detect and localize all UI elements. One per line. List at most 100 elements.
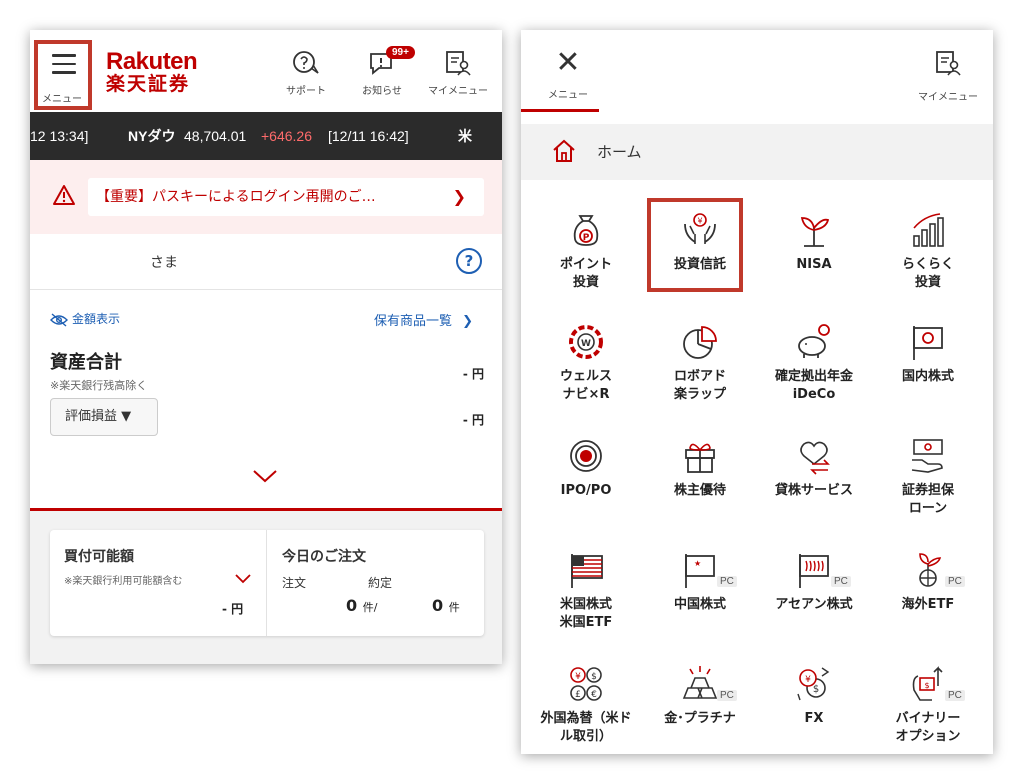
menu-tile-label: 貸株サービス — [774, 483, 853, 498]
menu-tile[interactable]: 米国株式 米国ETF — [529, 534, 643, 646]
currency-icon: ¥ $ £ € — [566, 664, 606, 704]
menu-tile[interactable]: ★ PC 中国株式 — [643, 534, 757, 646]
support-chat-icon — [293, 51, 319, 74]
menu-tile[interactable]: NISA — [757, 194, 871, 306]
menu-tile[interactable]: 確定拠出年金 iDeCo — [757, 306, 871, 418]
menu-tile-label: 国内株式 — [901, 369, 954, 384]
ticker-index-change: +646.26 — [261, 128, 312, 144]
menu-tile[interactable]: ¥ 投資信託 — [643, 194, 757, 306]
executions-label: 約定 — [368, 576, 393, 590]
ticker-index-value: 48,704.01 — [184, 128, 247, 144]
gift-icon — [680, 436, 720, 476]
menu-tile[interactable]: PC 金･プラチナ — [643, 648, 757, 754]
pl-select[interactable]: 評価損益 ▼ — [50, 398, 158, 436]
menu-tile[interactable]: PC 海外ETF — [871, 534, 985, 646]
menu-tile[interactable]: 証券担保 ローン — [871, 420, 985, 532]
orders-count[interactable]: 0 件/ — [346, 596, 377, 615]
holdings-list-link[interactable]: 保有商品一覧 ❯ — [374, 310, 473, 329]
expand-chevron-icon[interactable] — [252, 468, 278, 487]
alert-text: 【重要】パスキーによるログイン再開のご… — [96, 189, 376, 205]
asset-note: ※楽天銀行残高除く — [50, 379, 148, 392]
svg-text:★: ★ — [694, 559, 701, 568]
lending-icon — [794, 436, 834, 476]
close-menu-button[interactable]: ✕ メニュー — [533, 48, 603, 102]
japan-flag-icon — [908, 322, 948, 362]
menu-button[interactable]: メニュー — [34, 40, 92, 110]
menu-tile-label: FX — [804, 711, 824, 726]
menu-tile[interactable]: P ポイント 投資 — [529, 194, 643, 306]
support-button[interactable]: サポート — [276, 50, 336, 97]
important-alert: 【重要】パスキーによるログイン再開のご… ❯ — [30, 160, 502, 234]
target-icon — [566, 436, 606, 476]
fund-hands-icon: ¥ — [680, 210, 720, 250]
menu-tile-label: IPO/PO — [560, 483, 612, 498]
executions-count[interactable]: 0 件 — [432, 596, 460, 615]
china-flag-icon: ★ — [680, 550, 720, 590]
svg-text:¥: ¥ — [697, 217, 702, 226]
chevron-right-icon: ❯ — [452, 187, 466, 206]
ticker-time-prev: 12 13:34] — [30, 128, 89, 144]
wealthnavi-icon: W — [566, 322, 606, 362]
menu-tile[interactable]: らくらく 投資 — [871, 194, 985, 306]
menu-tile-label: バイナリー オプション — [895, 711, 961, 744]
market-ticker[interactable]: 12 13:34] NYダウ 48,704.01 +646.26 [12/11 … — [30, 112, 502, 160]
svg-text:¥: ¥ — [575, 672, 581, 682]
asset-total-title: 資産合計 — [50, 352, 122, 373]
svg-text:€: € — [591, 690, 597, 700]
menu-tile[interactable]: ロボアド 楽ラップ — [643, 306, 757, 418]
loan-icon — [908, 436, 948, 476]
menu-tile-label: らくらく 投資 — [901, 257, 954, 290]
svg-text:$: $ — [591, 672, 597, 682]
svg-text:$: $ — [813, 684, 819, 695]
menu-tile-label: 投資信託 — [673, 257, 726, 272]
eye-slash-icon — [50, 312, 68, 327]
menu-label: メニュー — [42, 94, 82, 105]
chevron-down-icon[interactable] — [234, 570, 252, 589]
menu-screen: ✕ メニュー マイメニュー ホーム P ポイント 投資 ¥ 投資信託 NISA らくらく … — [521, 30, 993, 754]
fx-icon: $ ¥ — [794, 664, 834, 704]
svg-text:¥: ¥ — [805, 675, 811, 685]
ticker-index-name: NYダウ — [128, 128, 176, 144]
buying-power-title: 買付可能額 — [64, 549, 134, 565]
mymenu-icon — [936, 51, 961, 76]
menu-tile-label: NISA — [796, 257, 832, 272]
menu-tile-label: ウェルス ナビ×R — [559, 369, 612, 402]
menu-tile[interactable]: 国内株式 — [871, 306, 985, 418]
pc-only-badge: PC — [717, 690, 737, 701]
chevron-right-icon: ❯ — [462, 314, 474, 329]
point-bag-icon: P — [566, 210, 606, 250]
svg-text:£: £ — [575, 690, 581, 700]
home-link[interactable]: ホーム — [521, 124, 993, 180]
svg-text:$: $ — [924, 681, 929, 690]
mymenu-button[interactable]: マイメニュー — [913, 50, 983, 103]
show-amount-toggle[interactable]: 金額表示 — [50, 310, 120, 327]
menu-tile[interactable]: IPO/PO — [529, 420, 643, 532]
menu-tile[interactable]: $ PC バイナリー オプション — [871, 648, 985, 754]
home-screen: メニュー Rakuten 楽天証券 サポート 99+ お知らせ マイメニュー 1… — [30, 30, 502, 664]
notice-button[interactable]: 99+ お知らせ — [352, 46, 415, 97]
menu-tile[interactable]: ¥ $ £ € 外国為替（米ド ル取引） — [529, 648, 643, 754]
menu-tile-label: 金･プラチナ — [664, 711, 736, 726]
menu-tile-label: 確定拠出年金 iDeCo — [774, 369, 853, 402]
menu-tile-label: 海外ETF — [901, 597, 955, 612]
alert-link[interactable]: 【重要】パスキーによるログイン再開のご… ❯ — [88, 178, 484, 216]
menu-tile-label: 外国為替（米ド ル取引） — [540, 711, 632, 744]
user-honorific: さま — [150, 255, 178, 271]
mymenu-button[interactable]: マイメニュー — [428, 50, 488, 97]
binary-option-icon: $ — [908, 664, 948, 704]
rakuten-logo[interactable]: Rakuten 楽天証券 — [106, 50, 198, 96]
menu-tile[interactable]: $ ¥ FX — [757, 648, 871, 754]
sprout-icon — [794, 210, 834, 250]
svg-text:P: P — [583, 233, 590, 243]
menu-tile-label: ロボアド 楽ラップ — [673, 369, 726, 402]
menu-header: ✕ メニュー マイメニュー — [521, 30, 993, 112]
help-icon[interactable]: ? — [456, 248, 482, 274]
menu-tile[interactable]: 貸株サービス — [757, 420, 871, 532]
menu-tile[interactable]: W ウェルス ナビ×R — [529, 306, 643, 418]
menu-tile-label: 株主優待 — [673, 483, 726, 498]
menu-tile[interactable]: PC アセアン株式 — [757, 534, 871, 646]
pc-only-badge: PC — [831, 576, 851, 587]
today-orders-title: 今日のご注文 — [282, 549, 366, 565]
menu-tile[interactable]: 株主優待 — [643, 420, 757, 532]
trade-summary-card: 買付可能額 ※楽天銀行利用可能額含む - 円 今日のご注文 注文 約定 0 件/… — [50, 530, 484, 636]
